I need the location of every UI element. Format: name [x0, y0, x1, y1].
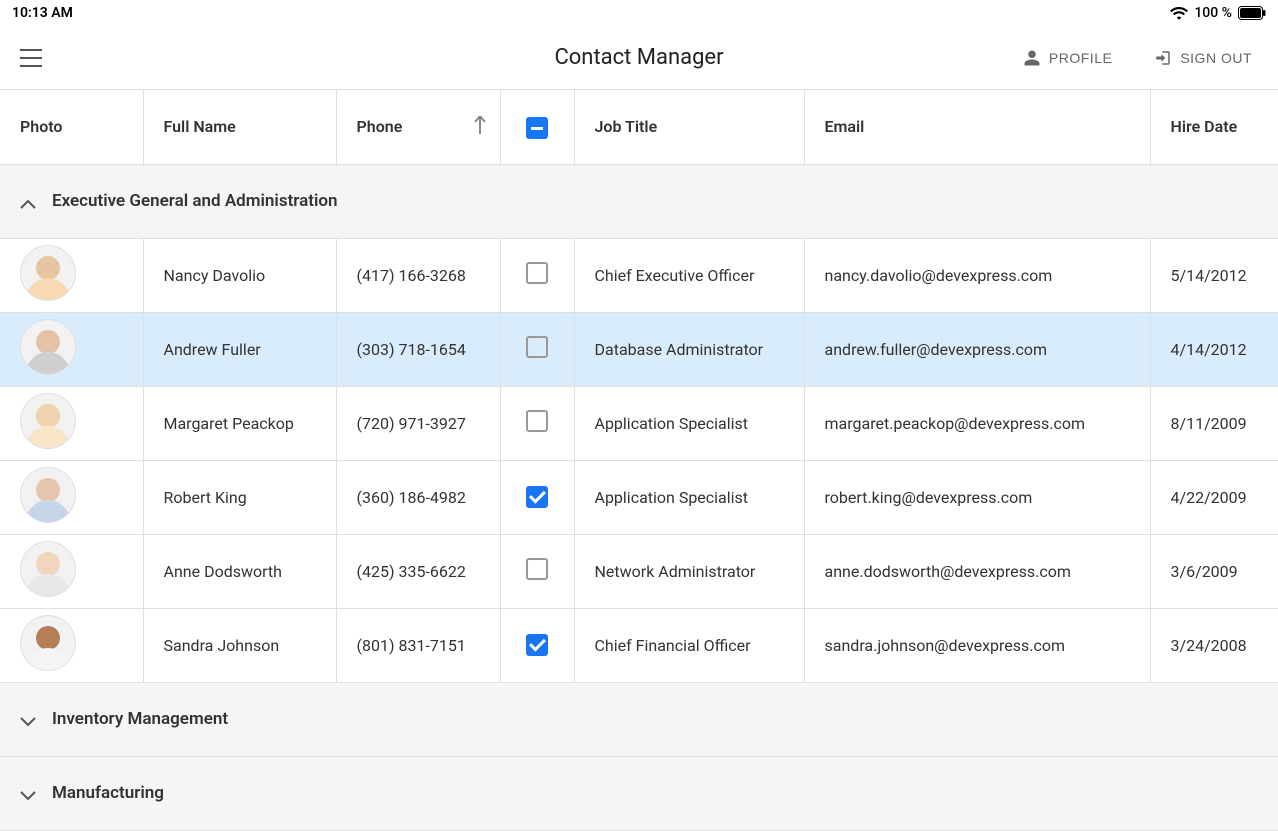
- signout-icon: [1154, 49, 1172, 67]
- cell-full-name: Margaret Peackop: [143, 386, 336, 460]
- table-body: Executive General and Administration Nanc…: [0, 164, 1278, 830]
- cell-full-name: Andrew Fuller: [143, 312, 336, 386]
- cell-hire-date: 8/11/2009: [1150, 386, 1278, 460]
- cell-email: anne.dodsworth@devexpress.com: [804, 534, 1150, 608]
- battery-icon: [1238, 6, 1266, 20]
- row-checkbox[interactable]: [526, 486, 548, 508]
- profile-button-label: PROFILE: [1049, 50, 1112, 66]
- group-label: Executive General and Administration: [52, 191, 338, 211]
- avatar: [20, 615, 76, 671]
- appbar-actions: PROFILE SIGN OUT: [1017, 48, 1258, 68]
- row-checkbox[interactable]: [526, 410, 548, 432]
- column-header-photo[interactable]: Photo: [0, 90, 143, 164]
- app-title: Contact Manager: [554, 45, 723, 70]
- cell-email: robert.king@devexpress.com: [804, 460, 1150, 534]
- table-row[interactable]: Margaret Peackop(720) 971-3927 Applicatio…: [0, 386, 1278, 460]
- status-bar: 10:13 AM 100 %: [0, 0, 1278, 26]
- cell-job-title: Chief Executive Officer: [574, 238, 804, 312]
- wifi-icon: [1170, 6, 1188, 20]
- signout-button-label: SIGN OUT: [1180, 50, 1252, 66]
- column-header-phone[interactable]: Phone: [336, 90, 500, 164]
- cell-phone: (417) 166-3268: [336, 238, 500, 312]
- cell-email: sandra.johnson@devexpress.com: [804, 608, 1150, 682]
- cell-hire-date: 3/24/2008: [1150, 608, 1278, 682]
- avatar: [20, 245, 76, 301]
- group-row[interactable]: Inventory Management: [0, 682, 1278, 756]
- table-row[interactable]: Robert King(360) 186-4982 Application Spe…: [0, 460, 1278, 534]
- column-header-phone-label: Phone: [357, 117, 403, 136]
- select-all-checkbox[interactable]: [526, 117, 548, 139]
- cell-hire-date: 4/22/2009: [1150, 460, 1278, 534]
- profile-icon: [1023, 49, 1041, 67]
- avatar: [20, 467, 76, 523]
- cell-full-name: Nancy Davolio: [143, 238, 336, 312]
- row-checkbox[interactable]: [526, 558, 548, 580]
- sort-asc-icon: [474, 116, 486, 138]
- cell-phone: (360) 186-4982: [336, 460, 500, 534]
- cell-job-title: Application Specialist: [574, 460, 804, 534]
- avatar: [20, 319, 76, 375]
- column-header-hiredate[interactable]: Hire Date: [1150, 90, 1278, 164]
- cell-phone: (801) 831-7151: [336, 608, 500, 682]
- cell-job-title: Chief Financial Officer: [574, 608, 804, 682]
- chevron-up-icon: [20, 194, 34, 208]
- group-label: Manufacturing: [52, 783, 164, 803]
- status-time: 10:13 AM: [12, 5, 73, 21]
- column-header-email[interactable]: Email: [804, 90, 1150, 164]
- signout-button[interactable]: SIGN OUT: [1148, 48, 1258, 68]
- cell-hire-date: 5/14/2012: [1150, 238, 1278, 312]
- avatar: [20, 393, 76, 449]
- cell-email: andrew.fuller@devexpress.com: [804, 312, 1150, 386]
- app-bar: Contact Manager PROFILE SIGN OUT: [0, 26, 1278, 90]
- status-right: 100 %: [1170, 5, 1266, 21]
- row-checkbox[interactable]: [526, 634, 548, 656]
- column-header-fullname[interactable]: Full Name: [143, 90, 336, 164]
- cell-phone: (303) 718-1654: [336, 312, 500, 386]
- chevron-down-icon: [20, 786, 34, 800]
- column-header-checkbox[interactable]: [500, 90, 574, 164]
- group-label: Inventory Management: [52, 709, 228, 729]
- contacts-table: Photo Full Name Phone Job Title Email Hi…: [0, 90, 1278, 831]
- cell-job-title: Database Administrator: [574, 312, 804, 386]
- group-row[interactable]: Executive General and Administration: [0, 164, 1278, 238]
- cell-phone: (425) 335-6622: [336, 534, 500, 608]
- cell-job-title: Application Specialist: [574, 386, 804, 460]
- cell-email: nancy.davolio@devexpress.com: [804, 238, 1150, 312]
- group-row[interactable]: Manufacturing: [0, 756, 1278, 830]
- avatar: [20, 541, 76, 597]
- table-row[interactable]: Nancy Davolio(417) 166-3268 Chief Executi…: [0, 238, 1278, 312]
- row-checkbox[interactable]: [526, 336, 548, 358]
- cell-phone: (720) 971-3927: [336, 386, 500, 460]
- cell-full-name: Anne Dodsworth: [143, 534, 336, 608]
- column-header-jobtitle[interactable]: Job Title: [574, 90, 804, 164]
- chevron-down-icon: [20, 712, 34, 726]
- menu-icon[interactable]: [20, 49, 42, 67]
- status-battery-text: 100 %: [1194, 5, 1232, 21]
- cell-job-title: Network Administrator: [574, 534, 804, 608]
- cell-hire-date: 3/6/2009: [1150, 534, 1278, 608]
- table-header: Photo Full Name Phone Job Title Email Hi…: [0, 90, 1278, 164]
- table-row[interactable]: Andrew Fuller(303) 718-1654 Database Admi…: [0, 312, 1278, 386]
- profile-button[interactable]: PROFILE: [1017, 48, 1118, 68]
- cell-hire-date: 4/14/2012: [1150, 312, 1278, 386]
- cell-full-name: Sandra Johnson: [143, 608, 336, 682]
- table-row[interactable]: Sandra Johnson(801) 831-7151 Chief Financ…: [0, 608, 1278, 682]
- row-checkbox[interactable]: [526, 262, 548, 284]
- table-row[interactable]: Anne Dodsworth(425) 335-6622 Network Admi…: [0, 534, 1278, 608]
- cell-email: margaret.peackop@devexpress.com: [804, 386, 1150, 460]
- cell-full-name: Robert King: [143, 460, 336, 534]
